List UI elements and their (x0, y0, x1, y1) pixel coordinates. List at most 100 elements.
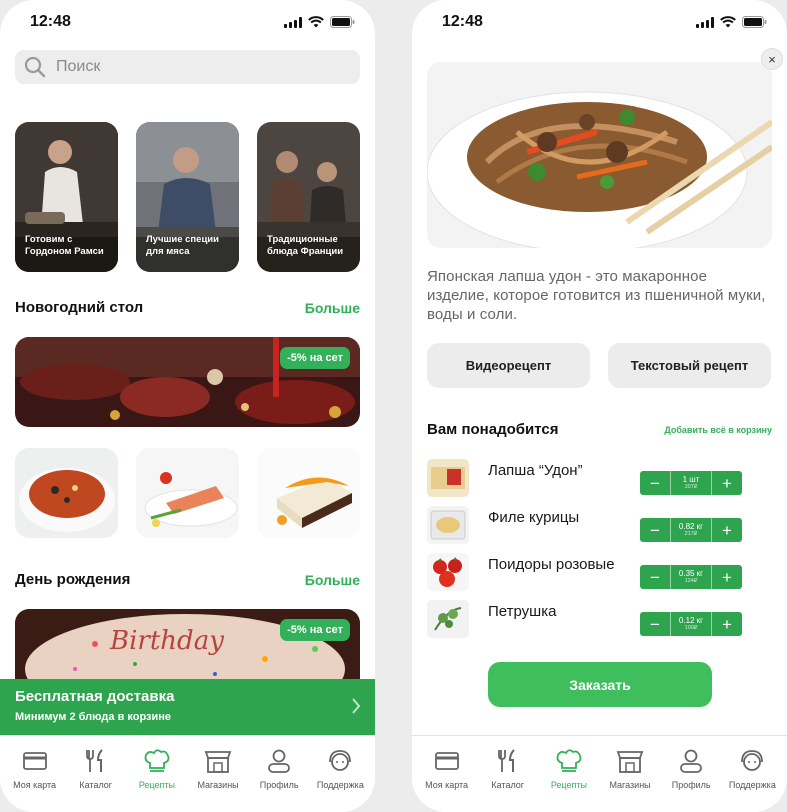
decrement-button[interactable]: − (640, 471, 670, 495)
dish-card[interactable] (15, 448, 118, 538)
new-year-banner[interactable]: -5% на сет (15, 337, 360, 427)
battery-icon (742, 16, 767, 28)
free-delivery-banner[interactable]: Бесплатная доставка Минимум 2 блюда в ко… (0, 679, 375, 735)
add-all-to-cart-link[interactable]: Добавить всё в корзину (664, 425, 772, 435)
card-icon (434, 752, 459, 770)
ingredient-row: Филе курицы − 0.82 кг 217₽ + (427, 506, 772, 546)
price-value: 100₽ (684, 625, 698, 631)
birthday-banner[interactable]: Birthday -5% на сет (15, 609, 360, 689)
ingredients-header: Вам понадобится Добавить всё в корзину (427, 421, 772, 438)
story-label: Готовим с Гордоном Рамси (25, 234, 104, 257)
tab-bar: Моя карта Каталог Рецепты Магазины Профи… (412, 735, 787, 812)
tab-label: Профиль (671, 780, 711, 790)
price-value: 124₽ (684, 578, 698, 584)
section-title: Новогодний стол (15, 299, 144, 316)
svg-text:Birthday: Birthday (109, 626, 224, 656)
quantity-stepper: − 1 шт 307₽ + (640, 471, 742, 495)
dish-card[interactable] (136, 448, 239, 538)
more-link[interactable]: Больше (305, 300, 360, 316)
story-card[interactable]: Традиционные блюда Франции (257, 122, 360, 272)
ingredient-thumb (427, 600, 469, 638)
increment-button[interactable]: + (712, 565, 742, 589)
quantity-stepper: − 0.35 кг 124₽ + (640, 565, 742, 589)
profile-icon (268, 749, 291, 773)
promo-subtitle: Минимум 2 блюда в корзине (15, 711, 172, 723)
salmon-image (136, 448, 239, 538)
card-icon (22, 752, 47, 770)
story-card[interactable]: Лучшие специи для мяса (136, 122, 239, 272)
quantity-value: 0.12 кг (678, 616, 704, 625)
section-header-birthday: День рождения Больше (15, 571, 360, 588)
ingredient-name: Поидоры розовые (488, 556, 615, 573)
tab-label: Моя карта (13, 780, 57, 790)
status-bar: 12:48 (0, 0, 375, 46)
section-header-new-year: Новогодний стол Больше (15, 299, 360, 316)
tab-label: Поддержка (728, 780, 776, 790)
dishes-row (15, 448, 360, 538)
increment-button[interactable]: + (712, 518, 742, 542)
search-icon (24, 56, 46, 78)
ingredient-name: Петрушка (488, 603, 557, 620)
section-title: День рождения (15, 571, 131, 588)
more-link[interactable]: Больше (305, 572, 360, 588)
chevron-right-icon (352, 698, 361, 714)
store-icon (616, 751, 644, 773)
quantity-stepper: − 0.82 кг 217₽ + (640, 518, 742, 542)
promo-title: Бесплатная доставка (15, 688, 175, 705)
tab-profile[interactable]: Профиль (661, 748, 721, 812)
recipe-detail-screen: 12:48 × Японская лапша удон - это макаро… (412, 0, 787, 812)
tab-support[interactable]: Поддержка (722, 748, 782, 812)
ingredient-row: Лапша “Удон” − 1 шт 307₽ + (427, 459, 772, 499)
stories-row: Готовим с Гордоном Рамси Лучшие специи д… (15, 122, 360, 272)
tab-my-card[interactable]: Моя карта (5, 748, 65, 812)
price-value: 307₽ (684, 484, 698, 490)
tab-bar: Моя карта Каталог Рецепты Магазины Профи… (0, 735, 375, 812)
quantity-value: 0.35 кг (678, 569, 704, 578)
ingredient-name: Лапша “Удон” (488, 462, 583, 479)
search-input[interactable] (56, 58, 336, 76)
video-recipe-button[interactable]: Видеорецепт (427, 343, 590, 388)
price-value: 217₽ (684, 531, 698, 537)
dish-card[interactable] (257, 448, 360, 538)
ingredient-name: Филе курицы (488, 509, 580, 526)
tab-label: Магазины (609, 780, 651, 790)
tab-profile[interactable]: Профиль (249, 748, 309, 812)
decrement-button[interactable]: − (640, 612, 670, 636)
text-recipe-button[interactable]: Текстовый рецепт (608, 343, 771, 388)
recipe-hero-image (427, 62, 772, 248)
tab-stores[interactable]: Магазины (188, 748, 248, 812)
quantity-value: 1 шт (682, 475, 700, 484)
story-card[interactable]: Готовим с Гордоном Рамси (15, 122, 118, 272)
ingredient-thumb (427, 553, 469, 591)
tab-recipes[interactable]: Рецепты (127, 748, 187, 812)
search-bar[interactable] (15, 50, 360, 84)
tab-catalog[interactable]: Каталог (478, 748, 538, 812)
increment-button[interactable]: + (712, 471, 742, 495)
store-icon (204, 751, 232, 773)
story-label: Лучшие специи для мяса (146, 234, 219, 257)
soup-image (15, 448, 118, 538)
status-bar: 12:48 (412, 0, 787, 46)
quantity-stepper: − 0.12 кг 100₽ + (640, 612, 742, 636)
chef-hat-icon (144, 749, 170, 772)
cutlery-icon (497, 749, 515, 772)
tab-catalog[interactable]: Каталог (66, 748, 126, 812)
decrement-button[interactable]: − (640, 518, 670, 542)
tab-label: Рецепты (550, 780, 587, 790)
tab-support[interactable]: Поддержка (310, 748, 370, 812)
increment-button[interactable]: + (712, 612, 742, 636)
tab-label: Рецепты (138, 780, 175, 790)
tab-recipes[interactable]: Рецепты (539, 748, 599, 812)
status-time: 12:48 (442, 13, 483, 30)
tab-stores[interactable]: Магазины (600, 748, 660, 812)
tab-label: Моя карта (425, 780, 469, 790)
decrement-button[interactable]: − (640, 565, 670, 589)
tab-label: Магазины (197, 780, 239, 790)
noodles-image (427, 62, 772, 248)
ingredient-thumb (427, 459, 469, 497)
discount-badge: -5% на сет (280, 619, 350, 641)
tab-my-card[interactable]: Моя карта (417, 748, 477, 812)
chef-hat-icon (556, 749, 582, 772)
close-button[interactable]: × (761, 48, 783, 70)
order-button[interactable]: Заказать (488, 662, 712, 707)
